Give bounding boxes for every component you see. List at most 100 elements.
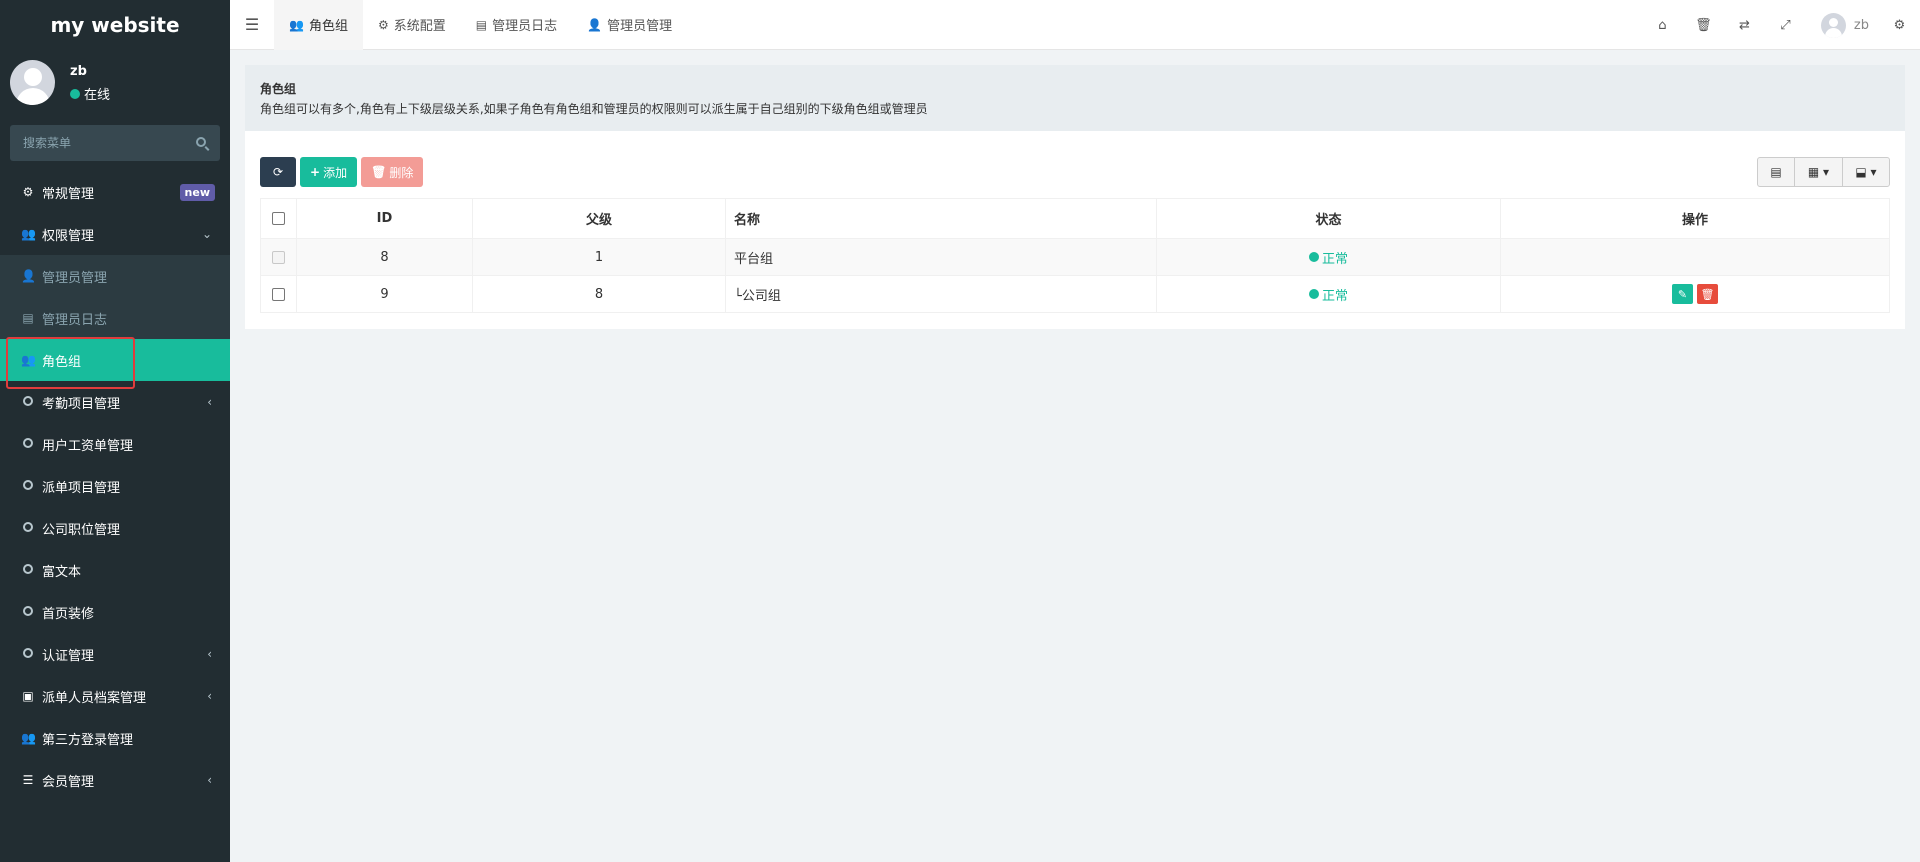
tab-system-config[interactable]: ⚙ 系统配置: [363, 0, 461, 50]
sidebar-item-attendance[interactable]: 考勤项目管理 ‹: [0, 381, 230, 423]
sidebar-item-third-party-login[interactable]: 👥 第三方登录管理: [0, 717, 230, 759]
tab-label: 管理员日志: [492, 19, 558, 34]
avatar: [1820, 12, 1846, 38]
status-badge: 正常: [1308, 285, 1348, 304]
status-dot-icon: [1308, 289, 1319, 299]
status-label: 正常: [1321, 251, 1348, 267]
col-status[interactable]: 状态: [1156, 198, 1501, 239]
sidebar-item-general[interactable]: ⚙ 常规管理 new: [0, 171, 230, 213]
select-all-checkbox[interactable]: [272, 212, 285, 225]
fullscreen-icon[interactable]: ⤢: [1765, 0, 1806, 50]
gear-icon: ⚙: [377, 17, 389, 32]
col-parent[interactable]: 父级: [472, 198, 726, 239]
refresh-button[interactable]: ⟳: [260, 157, 296, 187]
export-button[interactable]: ⬓ ▾: [1842, 157, 1890, 187]
search-icon[interactable]: [196, 137, 206, 147]
sidebar-item-homepage-decor[interactable]: 首页装修: [0, 591, 230, 633]
user-menu[interactable]: zb: [1806, 12, 1879, 38]
users-icon: 👥: [21, 227, 36, 241]
status-label: 正常: [1321, 288, 1348, 304]
col-id[interactable]: ID: [296, 198, 473, 239]
user-status: 在线: [70, 84, 110, 103]
tab-admin-log[interactable]: ▤ 管理员日志: [461, 0, 572, 50]
search-box: [10, 125, 220, 161]
sidebar-item-auth[interactable]: 认证管理 ‹: [0, 633, 230, 675]
cell-parent: 8: [472, 275, 726, 313]
columns-button[interactable]: ▦ ▾: [1794, 157, 1843, 187]
user-icon: 👤: [587, 17, 603, 32]
sidebar-item-label: 常规管理: [42, 186, 95, 202]
sidebar-item-label: 角色组: [42, 354, 82, 370]
sidebar-item-members[interactable]: ☰ 会员管理 ‹: [0, 759, 230, 801]
delete-label: 删除: [389, 165, 414, 180]
table-tools: ▤ ▦ ▾ ⬓ ▾: [1757, 157, 1890, 187]
user-icon: 👤: [21, 269, 36, 283]
address-card-icon: ▣: [22, 689, 34, 703]
toggle-view-button[interactable]: ▤: [1757, 157, 1795, 187]
edit-button[interactable]: ✎: [1672, 284, 1693, 304]
tab-label: 角色组: [308, 19, 348, 34]
translate-icon[interactable]: ⇄: [1724, 0, 1765, 50]
col-name[interactable]: 名称: [725, 198, 1157, 239]
sidebar-item-admin-manage[interactable]: 👤 管理员管理: [0, 255, 230, 297]
list-icon: ▤: [475, 17, 488, 32]
status-badge: 正常: [1308, 248, 1348, 267]
circle-icon: [21, 563, 35, 577]
menu-toggle-icon[interactable]: ☰: [230, 0, 274, 50]
sidebar-item-label: 派单人员档案管理: [42, 690, 147, 706]
delete-row-button[interactable]: 🗑: [1697, 284, 1718, 304]
sidebar-item-role-group[interactable]: 👥 角色组: [0, 339, 230, 381]
chevron-down-icon: ⌄: [201, 227, 212, 241]
sidebar-item-dispatch-project[interactable]: 派单项目管理: [0, 465, 230, 507]
cell-status: 正常: [1156, 275, 1501, 313]
add-label: 添加: [323, 165, 348, 180]
list-icon: ▤: [22, 311, 34, 325]
sidebar-item-rich-text[interactable]: 富文本: [0, 549, 230, 591]
online-dot-icon: [70, 88, 80, 99]
tab-role-group[interactable]: 👥 角色组: [274, 0, 363, 50]
table-row: 9 8 └公司组 正常 ✎ 🗑: [260, 275, 1890, 313]
row-checkbox[interactable]: [272, 287, 285, 301]
tab-admin-manage[interactable]: 👤 管理员管理: [572, 0, 687, 50]
search-input[interactable]: [10, 125, 220, 161]
sidebar-item-label: 首页装修: [42, 606, 95, 622]
brand-logo[interactable]: my website: [0, 0, 230, 50]
sidebar-item-label: 公司职位管理: [42, 522, 121, 538]
page-title: 角色组: [260, 82, 297, 96]
navbar-right: ⌂ 🗑 ⇄ ⤢ zb ⚙: [1642, 0, 1920, 50]
cogs-icon[interactable]: ⚙: [1879, 0, 1920, 50]
users-icon: 👥: [21, 731, 36, 745]
add-button[interactable]: + 添加: [300, 157, 358, 187]
circle-icon: [21, 647, 35, 661]
users-icon: 👥: [21, 353, 36, 367]
cell-actions: ✎ 🗑: [1500, 275, 1890, 313]
sidebar-item-payroll[interactable]: 用户工资单管理: [0, 423, 230, 465]
sidebar: my website zb 在线 ⚙ 常规管理 new 👥 权限管理 ⌄ 👤 管…: [0, 0, 230, 862]
page-description: 角色组可以有多个,角色有上下级层级关系,如果子角色有角色组和管理员的权限则可以派…: [260, 102, 928, 116]
circle-icon: [21, 395, 35, 409]
sidebar-item-positions[interactable]: 公司职位管理: [0, 507, 230, 549]
sidebar-item-admin-log[interactable]: ▤ 管理员日志: [0, 297, 230, 339]
row-actions: ✎ 🗑: [1670, 284, 1720, 304]
sidebar-item-label: 管理员管理: [42, 270, 108, 286]
delete-button[interactable]: 🗑 删除: [361, 157, 424, 187]
circle-icon: [21, 605, 35, 619]
tab-label: 系统配置: [393, 19, 446, 34]
avatar: [10, 60, 55, 105]
home-icon[interactable]: ⌂: [1642, 0, 1683, 50]
table-row: 8 1 平台组 正常: [260, 238, 1890, 276]
cell-name: 平台组: [725, 238, 1157, 276]
cell-id: 9: [296, 275, 473, 313]
circle-icon: [21, 479, 35, 493]
sidebar-item-permissions[interactable]: 👥 权限管理 ⌄: [0, 213, 230, 255]
sidebar-item-dispatcher-files[interactable]: ▣ 派单人员档案管理 ‹: [0, 675, 230, 717]
user-name: zb: [70, 64, 87, 79]
row-select-cell: [260, 238, 297, 276]
new-badge: new: [179, 184, 215, 201]
trash-icon[interactable]: 🗑: [1683, 0, 1724, 50]
content-panel: 角色组 角色组可以有多个,角色有上下级层级关系,如果子角色有角色组和管理员的权限…: [245, 65, 1905, 329]
user-panel: zb 在线: [0, 50, 230, 115]
circle-icon: [21, 437, 35, 451]
list-icon: ▤: [1770, 165, 1782, 179]
row-select-cell: [260, 275, 297, 313]
